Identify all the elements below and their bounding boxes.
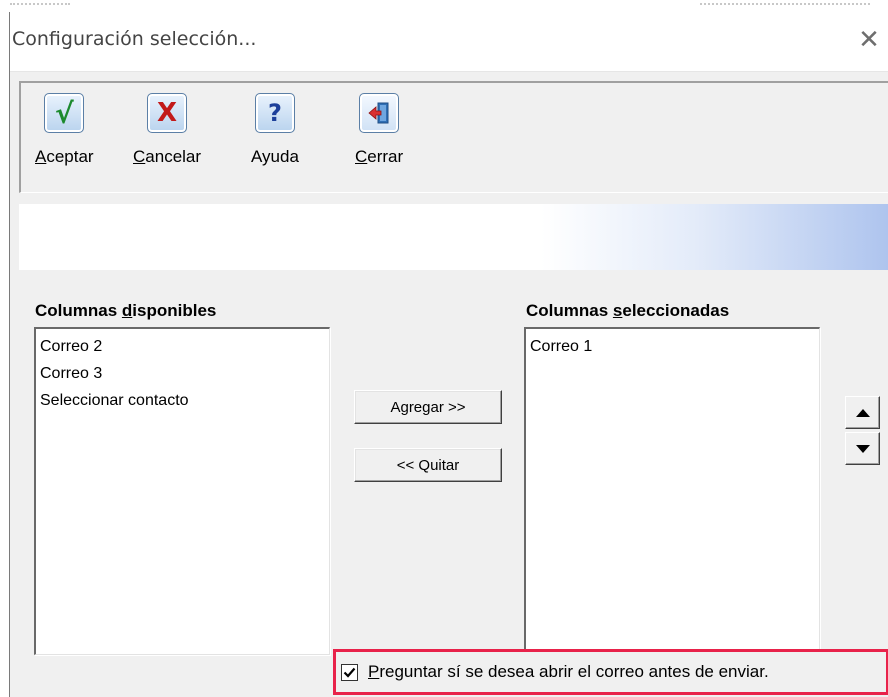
window-title: Configuración selección...: [12, 28, 257, 50]
move-down-button[interactable]: [845, 432, 880, 465]
help-label: Ayuda: [251, 147, 299, 166]
door-exit-icon: [359, 93, 400, 133]
ask-open-mail-option[interactable]: Preguntar sí se desea abrir el correo an…: [333, 649, 888, 695]
close-label: Cerrar: [355, 147, 404, 166]
accept-button[interactable]: √ Aceptar: [35, 93, 94, 187]
selected-columns-list[interactable]: Correo 1: [524, 327, 820, 655]
available-columns-label: Columnas disponibles: [35, 301, 217, 320]
checkmark-icon: [343, 667, 356, 678]
cancel-button[interactable]: X Cancelar: [133, 93, 201, 187]
close-window-button[interactable]: ✕: [849, 16, 888, 64]
background-dots: [700, 3, 870, 5]
help-button[interactable]: ? Ayuda: [251, 93, 299, 187]
list-item[interactable]: Correo 3: [40, 360, 325, 387]
title-bar[interactable]: Configuración selección... ✕: [10, 12, 888, 72]
arrow-up-icon: [855, 408, 870, 417]
header-banner: [19, 204, 888, 270]
background-dots: [10, 3, 70, 5]
toolbar: √ Aceptar X Cancelar ? Ayuda Cerrar: [19, 81, 888, 193]
close-icon: ✕: [858, 25, 880, 55]
ask-open-mail-checkbox[interactable]: [341, 663, 358, 681]
list-item[interactable]: Correo 1: [530, 333, 815, 360]
cancel-label: Cancelar: [133, 147, 202, 166]
ask-open-mail-label: Preguntar sí se desea abrir el correo an…: [368, 662, 769, 681]
selected-columns-label: Columnas seleccionadas: [526, 301, 730, 320]
arrow-down-icon: [855, 444, 870, 453]
list-item[interactable]: Correo 2: [40, 333, 325, 360]
question-icon: ?: [254, 93, 295, 133]
available-columns-list[interactable]: Correo 2 Correo 3 Seleccionar contacto: [34, 327, 330, 655]
add-button[interactable]: Agregar >>: [354, 390, 502, 424]
background-strip: [0, 0, 888, 12]
move-up-button[interactable]: [845, 396, 880, 429]
accept-label: Aceptar: [35, 147, 94, 166]
dialog-window: Configuración selección... ✕ √ Aceptar X…: [9, 12, 888, 697]
remove-button[interactable]: << Quitar: [354, 448, 502, 482]
close-button[interactable]: Cerrar: [355, 93, 403, 187]
check-icon: √: [44, 93, 85, 133]
list-item[interactable]: Seleccionar contacto: [40, 387, 325, 414]
x-icon: X: [147, 93, 188, 133]
